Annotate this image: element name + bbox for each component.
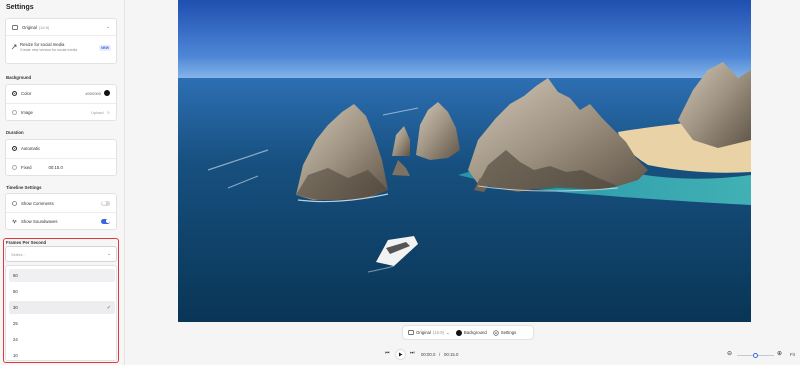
skip-back-icon[interactable]: ⏮ xyxy=(385,350,390,356)
player-bar: ⏮ ⏭ 00:00.0 / 00:15.0 ⊖ ⊕ Fit xyxy=(0,347,800,363)
check-icon: ✓ xyxy=(106,304,111,311)
zoom-in-icon[interactable]: ⊕ xyxy=(777,350,782,357)
sidebar-title: Settings xyxy=(6,4,34,11)
total-time: 00:15.0 xyxy=(444,351,459,357)
fps-option-30[interactable]: 30 ✓ xyxy=(9,301,115,314)
aspect-ratio-icon xyxy=(408,330,414,335)
image-radio[interactable] xyxy=(12,109,17,115)
background-card: Color #000000 Image Upload ⊘ xyxy=(5,84,117,121)
canvas-toolbar: Original (16:9) ⌄ Background Settings xyxy=(402,325,534,340)
color-label: Color xyxy=(21,90,32,96)
timeline-card: Show Comments Show Soundwaves xyxy=(5,193,117,230)
fixed-label: Fixed xyxy=(21,164,32,170)
toolbar-aspect-label: Original xyxy=(416,330,431,335)
soundwave-icon xyxy=(12,218,17,224)
show-comments-row: Show Comments xyxy=(6,196,116,210)
chevron-down-icon: ⌄ xyxy=(106,24,110,29)
fps-section-label: Frames Per Second xyxy=(6,240,47,245)
background-image-option[interactable]: Image Upload ⊘ xyxy=(6,105,116,119)
comment-icon xyxy=(12,200,17,206)
chevron-down-icon: ⌄ xyxy=(446,329,450,335)
chevron-down-icon: ⌄ xyxy=(107,251,111,256)
toolbar-settings-label: Settings xyxy=(500,330,517,335)
settings-sidebar: Settings Original (16:9) ⌄ Resize for so… xyxy=(0,0,125,365)
play-icon xyxy=(399,352,403,357)
upload-icon: ⊘ xyxy=(106,109,110,115)
timeline-section-label: Timeline Settings xyxy=(6,185,42,190)
image-label: Image xyxy=(21,109,33,115)
duration-section-label: Duration xyxy=(6,130,24,135)
skip-forward-icon[interactable]: ⏭ xyxy=(410,350,415,356)
fixed-duration-input[interactable]: 00:15.0 xyxy=(49,165,63,170)
automatic-label: Automatic xyxy=(21,145,41,151)
fit-button[interactable]: Fit xyxy=(790,352,795,357)
zoom-slider-knob[interactable] xyxy=(753,352,758,358)
settings-button[interactable]: Settings xyxy=(493,329,517,336)
fps-option-24[interactable]: 24 xyxy=(9,333,115,346)
resize-subtitle: Create new version for social media xyxy=(20,48,78,52)
color-value: #000000 xyxy=(85,90,101,96)
color-radio[interactable] xyxy=(12,90,17,96)
background-section-label: Background xyxy=(6,75,32,80)
resize-title: Resize for social media xyxy=(20,42,65,47)
duration-fixed-option[interactable]: Fixed 00:15.0 xyxy=(6,160,116,174)
aspect-label: Original xyxy=(22,24,37,30)
fps-option-60[interactable]: 60 xyxy=(9,269,115,282)
fps-select[interactable]: Select... ⌄ xyxy=(5,246,117,262)
fps-option-25[interactable]: 25 xyxy=(9,317,115,330)
background-swatch-icon xyxy=(455,329,462,336)
toolbar-aspect-ratio: (16:9) xyxy=(432,330,445,335)
duration-card: Automatic Fixed 00:15.0 xyxy=(5,139,117,176)
upload-button[interactable]: Upload xyxy=(91,110,104,115)
aerial-coast-image xyxy=(178,0,751,322)
aspect-ratio: (16:9) xyxy=(38,24,50,30)
new-badge: NEW xyxy=(99,45,111,51)
play-button[interactable] xyxy=(395,349,406,360)
fixed-radio[interactable] xyxy=(12,164,17,170)
show-soundwaves-label: Show Soundwaves xyxy=(21,218,58,224)
color-swatch[interactable] xyxy=(104,90,110,96)
automatic-radio[interactable] xyxy=(12,145,17,151)
show-soundwaves-toggle[interactable] xyxy=(101,218,110,224)
toolbar-background-label: Background xyxy=(463,330,487,335)
show-comments-label: Show Comments xyxy=(21,200,54,206)
video-preview[interactable] xyxy=(178,0,751,322)
time-separator: / xyxy=(439,351,441,357)
fps-option-50[interactable]: 50 xyxy=(9,285,115,298)
aspect-ratio-icon xyxy=(12,24,18,30)
show-comments-toggle[interactable] xyxy=(101,200,110,206)
settings-gear-icon xyxy=(493,329,499,336)
background-color-option[interactable]: Color #000000 xyxy=(6,86,116,100)
resize-icon xyxy=(11,44,17,50)
fps-select-placeholder: Select... xyxy=(11,251,26,257)
aspect-card: Original (16:9) ⌄ Resize for social medi… xyxy=(5,18,117,64)
duration-automatic-option[interactable]: Automatic xyxy=(6,141,116,155)
resize-social-button[interactable]: Resize for social media Create new versi… xyxy=(11,41,111,57)
aspect-ratio-button[interactable]: Original (16:9) ⌄ xyxy=(408,330,450,336)
show-soundwaves-row: Show Soundwaves xyxy=(6,214,116,228)
aspect-select[interactable]: Original (16:9) ⌄ xyxy=(6,20,116,34)
zoom-out-icon[interactable]: ⊖ xyxy=(727,350,732,357)
current-time: 00:00.0 xyxy=(421,351,436,357)
background-button[interactable]: Background xyxy=(455,329,487,336)
